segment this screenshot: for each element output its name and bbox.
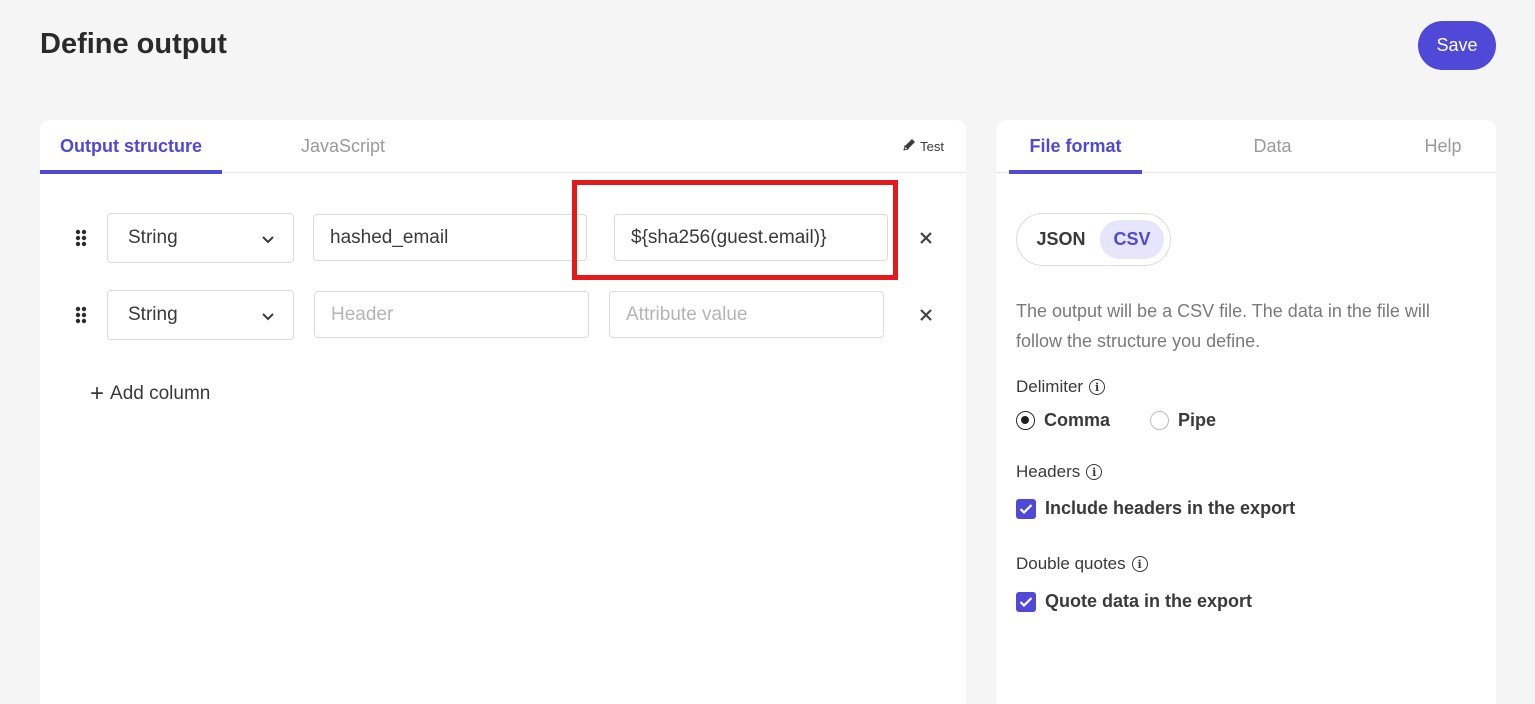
tab-help[interactable]: Help <box>1408 120 1478 173</box>
quote-data-checkbox[interactable] <box>1016 591 1036 612</box>
column-row: String <box>40 290 966 340</box>
radio-comma[interactable] <box>1016 411 1035 430</box>
include-headers-option[interactable]: Include headers in the export <box>1016 498 1295 519</box>
radio-pipe-label: Pipe <box>1178 410 1217 430</box>
pencil-icon <box>903 138 916 154</box>
chevron-down-icon <box>261 308 275 330</box>
type-select[interactable]: String <box>107 290 294 340</box>
drag-handle-icon[interactable] <box>75 229 87 247</box>
info-icon[interactable]: i <box>1089 379 1106 395</box>
type-select-value: String <box>128 304 178 325</box>
file-format-panel: File format Data Help JSON CSV The outpu… <box>996 120 1496 704</box>
right-tabbar: File format Data Help <box>996 120 1496 174</box>
header-input[interactable] <box>313 214 587 261</box>
double-quotes-label: Double quotes i <box>1016 554 1148 574</box>
header-input[interactable] <box>314 291 589 338</box>
radio-pipe[interactable] <box>1150 411 1170 430</box>
format-description: The output will be a CSV file. The data … <box>1016 301 1430 351</box>
add-column-label: Add column <box>110 383 211 404</box>
delimiter-label-text: Delimiter <box>1016 377 1084 396</box>
drag-handle-icon[interactable] <box>75 306 87 324</box>
save-button[interactable]: Save <box>1418 21 1496 70</box>
tab-file-format[interactable]: File format <box>1009 120 1142 174</box>
output-structure-panel: Output structure JavaScript Test String <box>40 120 966 704</box>
include-headers-label: Include headers in the export <box>1045 498 1296 518</box>
page-title: Define output <box>40 28 227 60</box>
column-row: String <box>40 213 966 263</box>
info-icon[interactable]: i <box>1086 464 1103 480</box>
add-column-button[interactable]: + Add column <box>90 382 210 406</box>
tab-javascript[interactable]: JavaScript <box>262 120 424 173</box>
double-quotes-label-text: Double quotes <box>1016 554 1126 573</box>
checkmark-icon <box>1019 503 1033 514</box>
info-icon[interactable]: i <box>1131 556 1148 572</box>
tab-output-structure[interactable]: Output structure <box>40 120 222 174</box>
format-option-csv[interactable]: CSV <box>1100 220 1164 259</box>
format-option-json[interactable]: JSON <box>1025 220 1097 259</box>
checkmark-icon <box>1019 596 1033 607</box>
left-tabbar: Output structure JavaScript Test <box>40 120 966 174</box>
delimiter-label: Delimiter i <box>1016 377 1106 397</box>
headers-label-text: Headers <box>1016 462 1081 481</box>
chevron-down-icon <box>261 231 275 253</box>
headers-label: Headers i <box>1016 462 1103 482</box>
attribute-value-input[interactable] <box>609 291 884 338</box>
test-button[interactable]: Test <box>903 138 944 154</box>
attribute-value-input[interactable] <box>614 214 888 261</box>
delimiter-options: Comma Pipe <box>1016 410 1216 431</box>
close-icon[interactable] <box>916 305 936 325</box>
type-select-value: String <box>128 227 178 248</box>
tab-data[interactable]: Data <box>1236 120 1309 173</box>
quote-data-option[interactable]: Quote data in the export <box>1016 591 1252 612</box>
plus-icon: + <box>90 380 105 407</box>
format-toggle: JSON CSV <box>1016 213 1171 266</box>
close-icon[interactable] <box>916 228 936 248</box>
include-headers-checkbox[interactable] <box>1016 498 1036 519</box>
quote-data-label: Quote data in the export <box>1045 591 1253 611</box>
radio-comma-label: Comma <box>1044 410 1111 430</box>
type-select[interactable]: String <box>107 213 294 263</box>
test-label: Test <box>920 138 944 154</box>
